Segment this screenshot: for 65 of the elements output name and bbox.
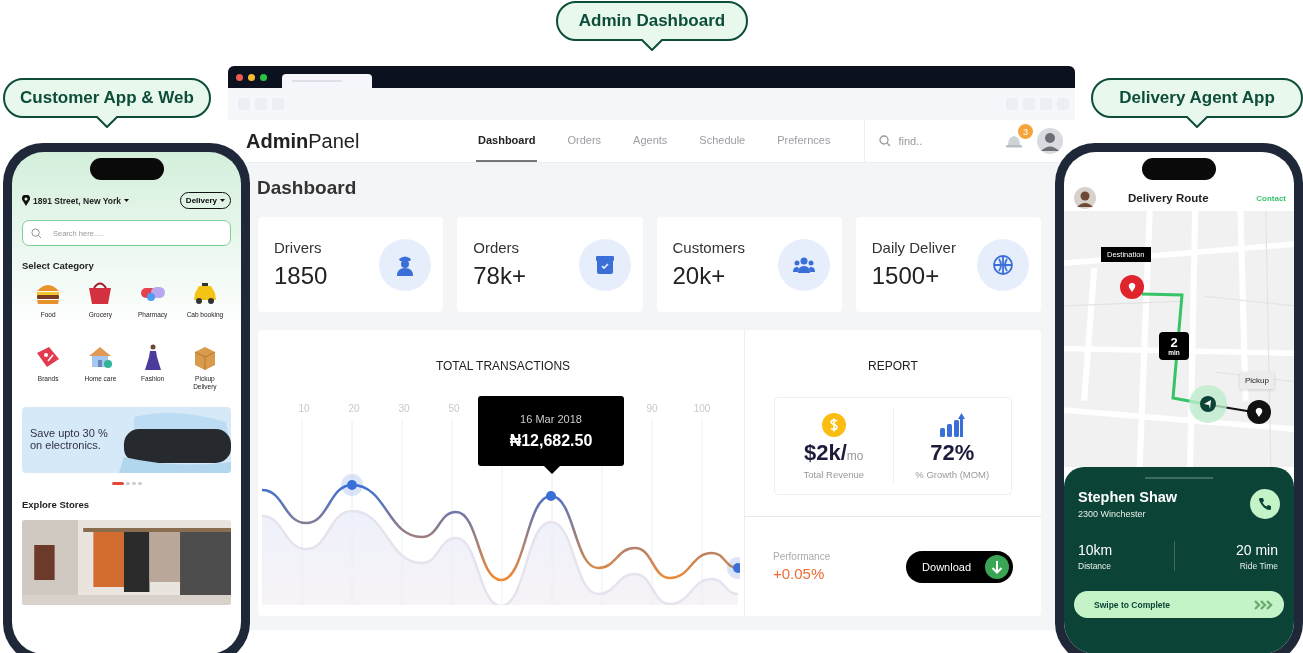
search-field[interactable]: find.. [896, 134, 981, 148]
swipe-button[interactable]: Swipe to Complete [1074, 591, 1284, 618]
stat-label: Customers [672, 239, 746, 256]
pointer-icon [641, 39, 663, 51]
avatar[interactable] [1037, 128, 1063, 154]
avatar[interactable] [1074, 187, 1096, 209]
revenue-label: Total Revenue [803, 468, 865, 480]
caret-icon[interactable] [124, 198, 130, 203]
stat-value: 78k+ [473, 262, 526, 290]
section-title: Explore Stores [22, 499, 91, 510]
screen-title: Delivery Route [1128, 192, 1209, 204]
ride-time-label: Ride Time [1239, 560, 1278, 571]
banner-text: Save upto 30 % on electronics. [30, 427, 109, 452]
stat-label: Daily Deliver [871, 239, 956, 256]
data-point[interactable] [727, 557, 740, 579]
logo: AdminPanel [246, 129, 361, 153]
destination-pin-icon [1120, 275, 1144, 299]
nav-tab[interactable]: Dashboard [476, 120, 538, 162]
stat-value: 20k+ [672, 262, 727, 290]
coin-icon [821, 412, 846, 437]
page-title: Dashboard [257, 177, 358, 199]
location-pin-icon [22, 195, 30, 206]
customer-name: Stephen Shaw [1078, 489, 1178, 505]
stat-label: Orders [473, 239, 521, 256]
globe-icon [991, 252, 1015, 277]
pickup-label: Pickup [1240, 372, 1274, 389]
growth-value: 72% [930, 439, 975, 466]
stat-value: 1500+ [871, 262, 941, 290]
pickup-pin-icon [1247, 400, 1271, 424]
notification-badge: 3 [1018, 124, 1033, 139]
performance-value: +0.05% [773, 565, 826, 582]
caret-icon [220, 198, 225, 203]
navigation-marker-icon [1189, 385, 1227, 423]
distance-value: 10km [1078, 541, 1113, 558]
location-text[interactable]: 1891 Street, New York [33, 195, 122, 206]
ride-time-value: 20 min [1235, 541, 1278, 558]
chevrons-icon [1254, 599, 1274, 610]
distance-label: Distance [1078, 560, 1113, 571]
revenue-unit: mo [846, 448, 864, 463]
pointer-icon [96, 116, 118, 128]
download-icon [985, 554, 1009, 579]
stat-label: Drivers [274, 239, 323, 256]
eta-value: 2 [1170, 336, 1178, 349]
stat-value: 1850 [274, 262, 328, 290]
performance-label: Performance [773, 551, 831, 562]
chart-title: TOTAL TRANSACTIONS [434, 359, 572, 373]
data-point[interactable] [341, 474, 363, 496]
report-title: REPORT [868, 359, 918, 373]
customer-address: 2300 Winchester [1078, 509, 1147, 519]
growth-chart-icon [939, 412, 966, 437]
search-icon [879, 135, 892, 147]
close-button[interactable] [236, 73, 243, 81]
tooltip-amount: ₦12,682.50 [509, 431, 593, 450]
growth-label: % Growth (MOM) [915, 468, 990, 480]
pointer-icon [1186, 116, 1208, 128]
download-button[interactable]: Download [906, 550, 1013, 583]
data-point[interactable] [546, 491, 556, 501]
tooltip-date: 16 Mar 2018 [520, 412, 582, 425]
maximize-button[interactable] [260, 73, 267, 81]
phone-icon [1258, 497, 1272, 511]
call-button[interactable] [1250, 489, 1280, 519]
revenue-value: $2k/ [804, 439, 847, 466]
minimize-button[interactable] [248, 73, 255, 81]
search-icon [31, 228, 42, 239]
section-title: Select Category [22, 260, 95, 271]
